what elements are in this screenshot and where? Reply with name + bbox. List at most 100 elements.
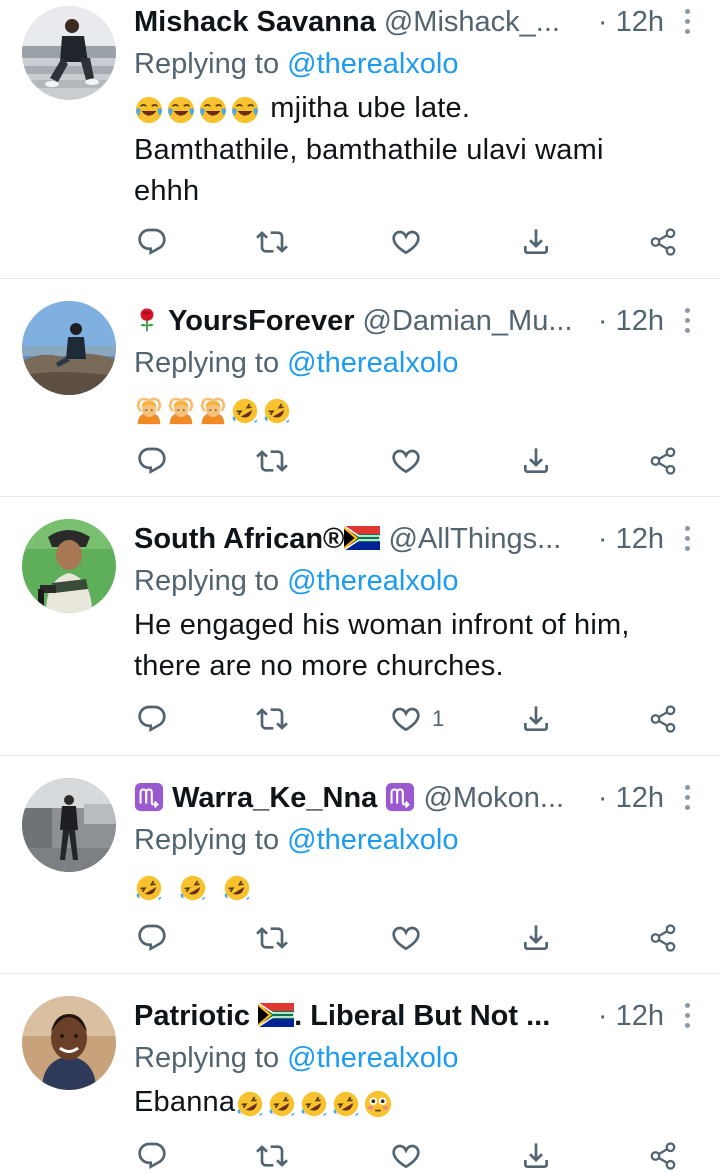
scorpio-icon [134, 782, 164, 812]
tweet-actions [0, 920, 720, 956]
reply-tweet[interactable]: Patriotic . Liberal But Not ... · 12h Re… [0, 974, 720, 1172]
like-button[interactable] [390, 920, 422, 956]
rolling-on-floor-laughing-icon [267, 1089, 297, 1119]
tweet-text [134, 866, 680, 908]
display-name[interactable]: Patriotic [134, 1000, 250, 1032]
replying-to: Replying to @therealxolo [134, 1038, 458, 1078]
share-button[interactable] [648, 1138, 678, 1174]
face-with-tears-of-joy-icon [198, 95, 228, 125]
retweet-button[interactable] [256, 224, 288, 260]
retweet-button[interactable] [256, 443, 288, 479]
tweet-text-line-2: Bamthathile, bamthathile ulavi wami [134, 133, 604, 166]
display-name[interactable]: South African® [134, 523, 344, 555]
retweet-button[interactable] [256, 1138, 288, 1174]
more-options-icon[interactable] [682, 308, 692, 336]
avatar[interactable] [22, 6, 116, 100]
tweet-actions [0, 443, 720, 479]
mention-link[interactable]: @therealxolo [287, 48, 458, 80]
reply-button[interactable] [136, 1138, 168, 1174]
tweet-text: Ebanna [134, 1082, 680, 1124]
timestamp[interactable]: · 12h [591, 778, 664, 818]
share-icon [648, 446, 678, 476]
share-button[interactable] [648, 920, 678, 956]
download-icon [520, 445, 552, 477]
heart-icon [390, 445, 422, 477]
mention-link[interactable]: @therealxolo [287, 824, 458, 856]
mention-link[interactable]: @therealxolo [287, 565, 458, 597]
user-handle[interactable]: @Damian_Mu... [363, 305, 573, 337]
rolling-on-floor-laughing-icon [235, 1089, 265, 1119]
avatar[interactable] [22, 778, 116, 872]
more-options-icon[interactable] [682, 1003, 692, 1031]
user-handle[interactable]: @AllThings... [388, 523, 561, 555]
share-button[interactable] [648, 224, 678, 260]
user-handle[interactable]: @Mishack_... [384, 6, 560, 38]
replying-to: Replying to @therealxolo [134, 820, 458, 860]
flushed-face-icon [363, 1089, 393, 1119]
tweet-text-part: mjitha ube late. [270, 92, 471, 124]
download-button[interactable] [520, 224, 552, 260]
tweet-actions [0, 1138, 720, 1174]
share-button[interactable] [648, 701, 678, 737]
mention-link[interactable]: @therealxolo [287, 1042, 458, 1074]
mention-link[interactable]: @therealxolo [287, 347, 458, 379]
reply-icon [136, 226, 168, 258]
retweet-icon [256, 1140, 288, 1172]
display-name[interactable]: Mishack Savanna [134, 6, 376, 38]
user-handle[interactable]: @Mokon... [423, 782, 564, 814]
reply-button[interactable] [136, 224, 168, 260]
share-button[interactable] [648, 443, 678, 479]
timestamp[interactable]: · 12h [591, 519, 664, 559]
display-name-rest[interactable]: . Liberal But Not ... [294, 1000, 550, 1032]
person-gesturing-ok-icon [166, 396, 196, 426]
like-count: 1 [432, 706, 445, 731]
face-with-tears-of-joy-icon [134, 95, 164, 125]
heart-icon [390, 226, 422, 258]
reply-button[interactable] [136, 920, 168, 956]
heart-icon [390, 703, 422, 735]
reply-tweet[interactable]: Warra_Ke_Nna @Mokon... · 12h Replying to… [0, 756, 720, 974]
avatar[interactable] [22, 996, 116, 1090]
like-button[interactable] [390, 224, 422, 260]
download-button[interactable] [520, 1138, 552, 1174]
more-options-icon[interactable] [682, 526, 692, 554]
reply-icon [136, 445, 168, 477]
download-button[interactable] [520, 443, 552, 479]
timestamp[interactable]: · 12h [591, 2, 664, 42]
retweet-button[interactable] [256, 920, 288, 956]
more-options-icon[interactable] [682, 9, 692, 37]
reply-tweet[interactable]: South African® @AllThings... · 12h Reply… [0, 497, 720, 756]
timestamp[interactable]: · 12h [591, 301, 664, 341]
tweet-actions [0, 224, 720, 260]
download-icon [520, 703, 552, 735]
download-icon [520, 226, 552, 258]
reply-tweet[interactable]: YoursForever @Damian_Mu... · 12h Replyin… [0, 279, 720, 497]
timestamp[interactable]: · 12h [591, 996, 664, 1036]
like-button[interactable] [390, 1138, 422, 1174]
like-button[interactable]: 1 [390, 701, 444, 737]
rolling-on-floor-laughing-icon [299, 1089, 329, 1119]
reply-button[interactable] [136, 443, 168, 479]
display-name[interactable]: Warra_Ke_Nna [172, 782, 377, 814]
reply-button[interactable] [136, 701, 168, 737]
like-button[interactable] [390, 443, 422, 479]
retweet-icon [256, 226, 288, 258]
avatar[interactable] [22, 301, 116, 395]
download-icon [520, 1140, 552, 1172]
tweet-text-line-2: there are no more churches. [134, 650, 504, 682]
rolling-on-floor-laughing-icon [134, 873, 164, 903]
tweet-text-part: Ebanna [134, 1086, 236, 1118]
tweet-text-line-3: ehhh [134, 174, 200, 207]
display-name[interactable]: YoursForever [168, 305, 354, 337]
retweet-button[interactable] [256, 701, 288, 737]
reply-tweet[interactable]: Mishack Savanna @Mishack_... · 12h Reply… [0, 0, 720, 279]
replying-to-prefix: Replying to [134, 1042, 280, 1074]
download-button[interactable] [520, 701, 552, 737]
more-options-icon[interactable] [682, 785, 692, 813]
download-button[interactable] [520, 920, 552, 956]
face-with-tears-of-joy-icon [230, 95, 260, 125]
share-icon [648, 1141, 678, 1171]
tweet-text: He engaged his woman infront of him, the… [134, 605, 680, 687]
replying-to-prefix: Replying to [134, 347, 280, 379]
avatar[interactable] [22, 519, 116, 613]
